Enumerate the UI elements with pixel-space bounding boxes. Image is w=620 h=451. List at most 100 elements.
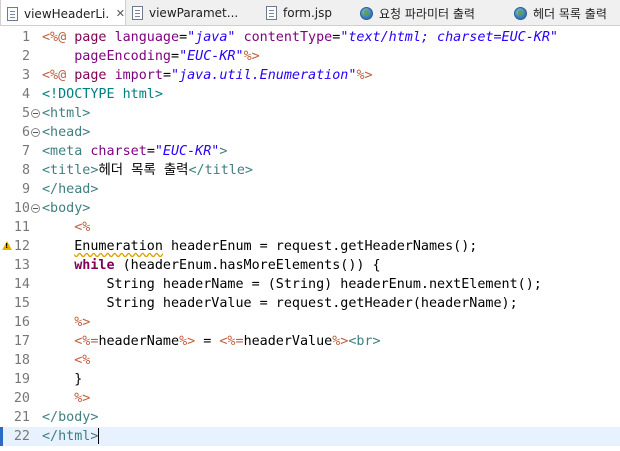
code-token: "java" — [187, 30, 236, 45]
line-number: 19 — [13, 372, 30, 387]
close-icon[interactable]: ✕ — [116, 7, 125, 20]
code-token: } — [42, 372, 83, 387]
code-line[interactable]: 16 %> — [0, 313, 620, 332]
tab-viewparameter[interactable]: viewParamet... — [132, 0, 260, 25]
code-text: Enumeration headerEnum = request.getHead… — [42, 237, 477, 256]
code-token: page — [74, 68, 115, 83]
line-number: 16 — [13, 315, 30, 330]
line-gutter: 12 — [0, 237, 40, 256]
tab-label: viewHeaderLi... — [24, 6, 110, 21]
warning-icon[interactable] — [2, 241, 12, 250]
line-gutter: 22 — [0, 427, 40, 446]
fold-collapse-icon[interactable] — [31, 204, 40, 213]
line-gutter: 13 — [0, 256, 40, 275]
code-token: "EUC-KR" — [154, 144, 220, 159]
code-line[interactable]: 12 Enumeration headerEnum = request.getH… — [0, 237, 620, 256]
line-gutter: 9 — [0, 180, 40, 199]
line-gutter: 3 — [0, 66, 40, 85]
code-line[interactable]: 15 String headerValue = request.getHeade… — [0, 294, 620, 313]
code-token: > — [219, 144, 228, 159]
tab-viewheaderlist[interactable]: viewHeaderLi... ✕ — [0, 0, 126, 25]
code-token: import — [114, 68, 163, 83]
code-line[interactable]: 2 pageEncoding="EUC-KR"%> — [0, 47, 620, 66]
code-token: </html> — [42, 429, 99, 444]
code-text: pageEncoding="EUC-KR"%> — [42, 47, 260, 66]
code-text: %> — [42, 313, 90, 332]
line-number: 20 — [13, 391, 30, 406]
code-token: while — [74, 258, 115, 273]
code-line[interactable]: 9 </head> — [0, 180, 620, 199]
code-text: <meta charset="EUC-KR"> — [42, 142, 227, 161]
code-token: String headerName = (String) headerEnum.… — [42, 277, 542, 292]
line-number: 6 — [21, 125, 30, 140]
code-token: = — [162, 68, 171, 83]
tab-label: 요청 파라미터 출력 — [379, 6, 475, 21]
code-text: String headerValue = request.getHeader(h… — [42, 294, 517, 313]
code-token: headerEnum = request.getHeaderNames(); — [162, 239, 478, 254]
code-text: <html> — [42, 104, 90, 123]
code-text: while (headerEnum.hasMoreElements()) { — [42, 256, 381, 275]
tab-form-jsp[interactable]: form.jsp — [266, 0, 352, 25]
code-line[interactable]: 11 <% — [0, 218, 620, 237]
code-line[interactable]: 13 while (headerEnum.hasMoreElements()) … — [0, 256, 620, 275]
line-gutter: 21 — [0, 408, 40, 427]
code-line[interactable]: 18 <% — [0, 351, 620, 370]
line-gutter: 1 — [0, 28, 40, 47]
line-number: 3 — [21, 68, 30, 83]
tab-label: viewParamet... — [149, 6, 239, 20]
code-line[interactable]: 21 </body> — [0, 408, 620, 427]
line-number: 15 — [13, 296, 30, 311]
tab-request-parameter-output[interactable]: 요청 파라미터 출력 — [360, 0, 510, 25]
code-token: <title> — [42, 163, 99, 178]
line-number: 2 — [21, 49, 30, 64]
code-text: <% — [42, 351, 90, 370]
code-line[interactable]: 6 <head> — [0, 123, 620, 142]
code-token: %> — [179, 334, 196, 349]
tab-header-list-output[interactable]: 헤더 목록 출력 — [514, 0, 620, 25]
globe-icon — [514, 6, 527, 20]
code-line[interactable]: 7 <meta charset="EUC-KR"> — [0, 142, 620, 161]
code-text: <body> — [42, 199, 90, 218]
code-token: <html> — [42, 106, 91, 121]
code-token: "text/html; charset=EUC-KR" — [340, 30, 558, 45]
code-line[interactable]: 8 <title>헤더 목록 출력</title> — [0, 161, 620, 180]
line-number: 7 — [21, 144, 30, 159]
code-line[interactable]: 14 String headerName = (String) headerEn… — [0, 275, 620, 294]
line-number: 9 — [21, 182, 30, 197]
code-line[interactable]: 3 <%@ page import="java.util.Enumeration"… — [0, 66, 620, 85]
code-token: (headerEnum.hasMoreElements()) { — [114, 258, 381, 273]
code-token: headerValue — [243, 334, 333, 349]
code-token: <%@ — [42, 68, 75, 83]
line-gutter: 16 — [0, 313, 40, 332]
code-line[interactable]: 19 } — [0, 370, 620, 389]
fold-collapse-icon[interactable] — [31, 109, 40, 118]
code-line[interactable]: 4 <!DOCTYPE html> — [0, 85, 620, 104]
code-line[interactable]: 10 <body> — [0, 199, 620, 218]
line-number: 11 — [13, 220, 30, 235]
code-line[interactable]: 22 </html> — [0, 427, 620, 446]
line-gutter: 2 — [0, 47, 40, 66]
jsp-file-icon — [7, 6, 18, 21]
line-gutter: 8 — [0, 161, 40, 180]
line-number: 8 — [21, 163, 30, 178]
code-token: language — [114, 30, 180, 45]
code-token: charset — [90, 144, 147, 159]
code-editor[interactable]: 1 <%@ page language="java" contentType="t… — [0, 27, 620, 451]
code-line[interactable]: 17 <%=headerName%> = <%=headerValue%><br… — [0, 332, 620, 351]
code-token: <br> — [348, 334, 381, 349]
code-text: </html> — [42, 427, 100, 446]
code-line[interactable]: 5 <html> — [0, 104, 620, 123]
code-line[interactable]: 20 %> — [0, 389, 620, 408]
code-token: = — [146, 144, 155, 159]
code-line[interactable]: 1 <%@ page language="java" contentType="t… — [0, 28, 620, 47]
code-token: %> — [243, 49, 260, 64]
code-text: String headerName = (String) headerEnum.… — [42, 275, 542, 294]
line-gutter: 11 — [0, 218, 40, 237]
fold-collapse-icon[interactable] — [31, 128, 40, 137]
line-gutter: 17 — [0, 332, 40, 351]
